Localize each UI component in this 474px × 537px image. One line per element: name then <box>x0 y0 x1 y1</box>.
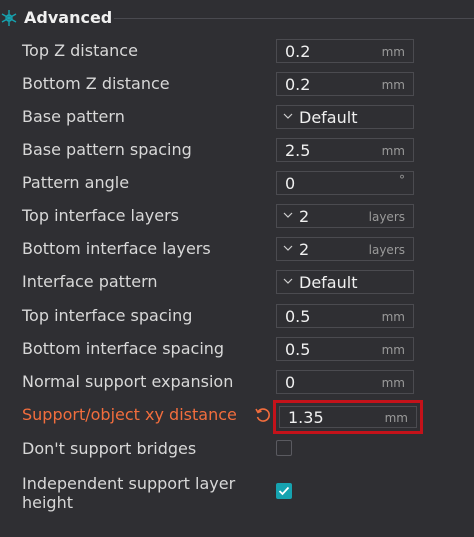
setting-interface-pattern: Interface pattern Default <box>0 266 474 299</box>
setting-bottom-interface-layers: Bottom interface layers 2 layers <box>0 233 474 266</box>
pattern-angle-input[interactable]: 0 ° <box>276 171 414 195</box>
field-unit: layers <box>368 243 405 257</box>
setting-label: Base pattern spacing <box>22 140 192 159</box>
setting-pattern-angle: Pattern angle 0 ° <box>0 167 474 200</box>
field-value: 1.35 <box>288 408 324 427</box>
field-unit: mm <box>381 376 405 390</box>
setting-bottom-z-distance: Bottom Z distance 0.2 mm <box>0 68 474 101</box>
setting-label: Interface pattern <box>22 272 158 291</box>
setting-label: Bottom interface layers <box>22 239 211 258</box>
interface-pattern-dropdown[interactable]: Default <box>276 270 414 294</box>
top-interface-spacing-input[interactable]: 0.5 mm <box>276 304 414 328</box>
setting-label: Don't support bridges <box>22 439 197 458</box>
setting-support-object-xy-distance: Support/object xy distance 1.35 mm <box>0 399 474 434</box>
setting-label: Normal support expansion <box>22 372 234 391</box>
setting-label: Top Z distance <box>22 41 138 60</box>
section-divider <box>114 18 474 19</box>
setting-top-interface-spacing: Top interface spacing 0.5 mm <box>0 300 474 333</box>
top-interface-layers-combo[interactable]: 2 layers <box>276 204 414 228</box>
setting-independent-support-layer-height: Independent support layer height <box>0 474 474 516</box>
setting-label: Support/object xy distance <box>22 405 237 424</box>
support-object-xy-distance-input[interactable]: 1.35 mm <box>279 406 417 428</box>
highlight-frame: 1.35 mm <box>273 400 423 434</box>
field-unit: mm <box>381 45 405 59</box>
field-value: Default <box>299 108 358 127</box>
dont-support-bridges-checkbox[interactable] <box>276 440 292 456</box>
setting-base-pattern: Base pattern Default <box>0 101 474 134</box>
setting-bottom-interface-spacing: Bottom interface spacing 0.5 mm <box>0 333 474 366</box>
section-header[interactable]: Advanced <box>0 0 474 36</box>
setting-top-z-distance: Top Z distance 0.2 mm <box>0 35 474 68</box>
field-value: 0 <box>285 174 296 193</box>
checkmark-icon <box>278 486 290 496</box>
field-value: 0.2 <box>285 75 311 94</box>
chevron-down-icon <box>283 113 293 119</box>
support-settings-icon <box>1 10 17 26</box>
advanced-settings-panel: Advanced Top Z distance 0.2 mm Bottom Z … <box>0 0 474 537</box>
setting-label: Base pattern <box>22 107 125 126</box>
top-z-distance-input[interactable]: 0.2 mm <box>276 39 414 63</box>
normal-support-expansion-input[interactable]: 0 mm <box>276 370 414 394</box>
independent-support-layer-height-checkbox[interactable] <box>276 483 292 499</box>
chevron-down-icon <box>283 212 293 218</box>
field-unit: mm <box>381 343 405 357</box>
field-value: 2.5 <box>285 141 311 160</box>
bottom-interface-spacing-input[interactable]: 0.5 mm <box>276 337 414 361</box>
bottom-interface-layers-combo[interactable]: 2 layers <box>276 237 414 261</box>
field-value: 0.5 <box>285 340 311 359</box>
reset-arrow-icon[interactable] <box>254 406 272 424</box>
setting-label: Bottom Z distance <box>22 74 170 93</box>
field-unit: layers <box>368 210 405 224</box>
setting-dont-support-bridges: Don't support bridges <box>0 433 474 466</box>
field-unit: mm <box>381 144 405 158</box>
field-value: Default <box>299 273 358 292</box>
field-value: 2 <box>299 240 310 259</box>
bottom-z-distance-input[interactable]: 0.2 mm <box>276 72 414 96</box>
field-value: 2 <box>299 207 310 226</box>
field-value: 0 <box>285 373 296 392</box>
field-value: 0.5 <box>285 307 311 326</box>
setting-label: Top interface spacing <box>22 306 193 325</box>
base-pattern-dropdown[interactable]: Default <box>276 105 414 129</box>
chevron-down-icon <box>283 245 293 251</box>
setting-base-pattern-spacing: Base pattern spacing 2.5 mm <box>0 134 474 167</box>
setting-normal-support-expansion: Normal support expansion 0 mm <box>0 366 474 399</box>
setting-label: Bottom interface spacing <box>22 339 225 358</box>
setting-label: Pattern angle <box>22 173 130 192</box>
setting-label: Independent support layer height <box>22 474 236 512</box>
field-unit: mm <box>381 310 405 324</box>
field-unit: mm <box>381 78 405 92</box>
setting-label: Top interface layers <box>22 206 180 225</box>
setting-top-interface-layers: Top interface layers 2 layers <box>0 200 474 233</box>
chevron-down-icon <box>283 278 293 284</box>
field-unit: mm <box>384 411 408 425</box>
base-pattern-spacing-input[interactable]: 2.5 mm <box>276 138 414 162</box>
field-unit: ° <box>399 173 405 187</box>
field-value: 0.2 <box>285 42 311 61</box>
section-title: Advanced <box>24 8 113 27</box>
